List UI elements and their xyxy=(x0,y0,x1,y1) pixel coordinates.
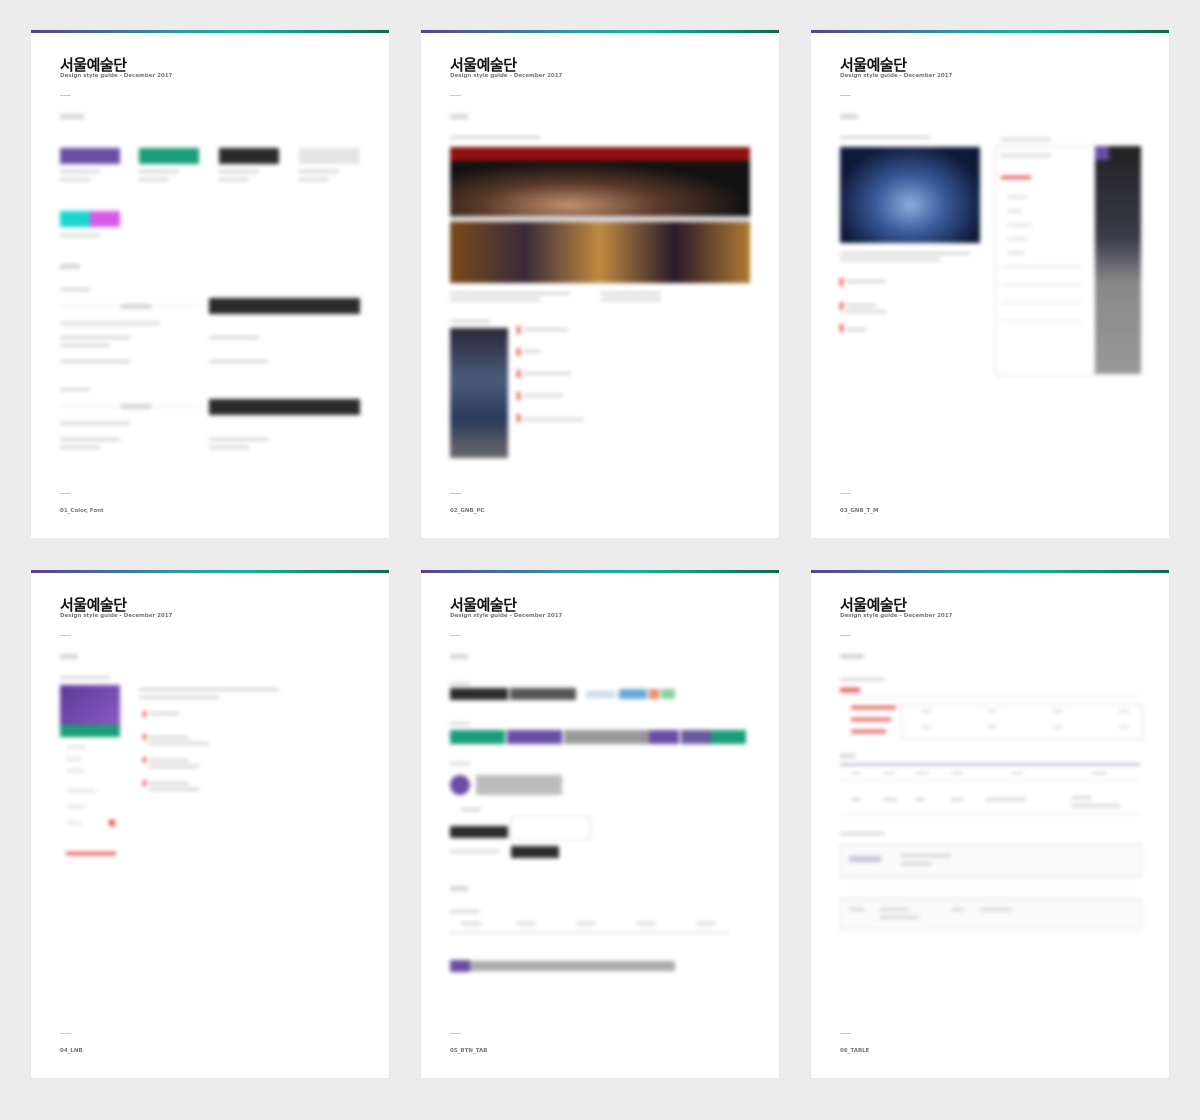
style-guide-page-lnb: 서울예술단 Design style guide - December 2017… xyxy=(31,570,389,1078)
page-label: 06_TABLE xyxy=(840,1048,870,1054)
page-label: 01_Color, Font xyxy=(60,508,104,514)
style-guide-page-table: 서울예술단 Design style guide - December 2017 xyxy=(811,570,1169,1078)
divider xyxy=(450,1033,461,1034)
page-label: 05_BTN_TAB xyxy=(450,1048,488,1054)
page-label: 04_LNB xyxy=(60,1048,83,1054)
divider xyxy=(840,1033,851,1034)
blurred-content xyxy=(421,570,779,1030)
blurred-content xyxy=(421,30,779,490)
style-guide-page-color-font: 서울예술단 Design style guide - December 2017 xyxy=(31,30,389,538)
divider xyxy=(450,493,461,494)
blurred-content xyxy=(31,570,389,1030)
blurred-content xyxy=(811,30,1169,490)
divider xyxy=(60,1033,71,1034)
page-label: 02_GNB_PC xyxy=(450,508,485,514)
page-label: 03_GNB_T_M xyxy=(840,508,879,514)
divider xyxy=(840,493,851,494)
style-guide-page-btn-tab: 서울예술단 Design style guide - December 2017 xyxy=(421,570,779,1078)
divider xyxy=(60,493,71,494)
style-guide-page-gnb-t-m: 서울예술단 Design style guide - December 2017… xyxy=(811,30,1169,538)
blurred-content xyxy=(31,30,389,490)
blurred-content xyxy=(811,570,1169,1030)
style-guide-page-gnb-pc: 서울예술단 Design style guide - December 2017… xyxy=(421,30,779,538)
